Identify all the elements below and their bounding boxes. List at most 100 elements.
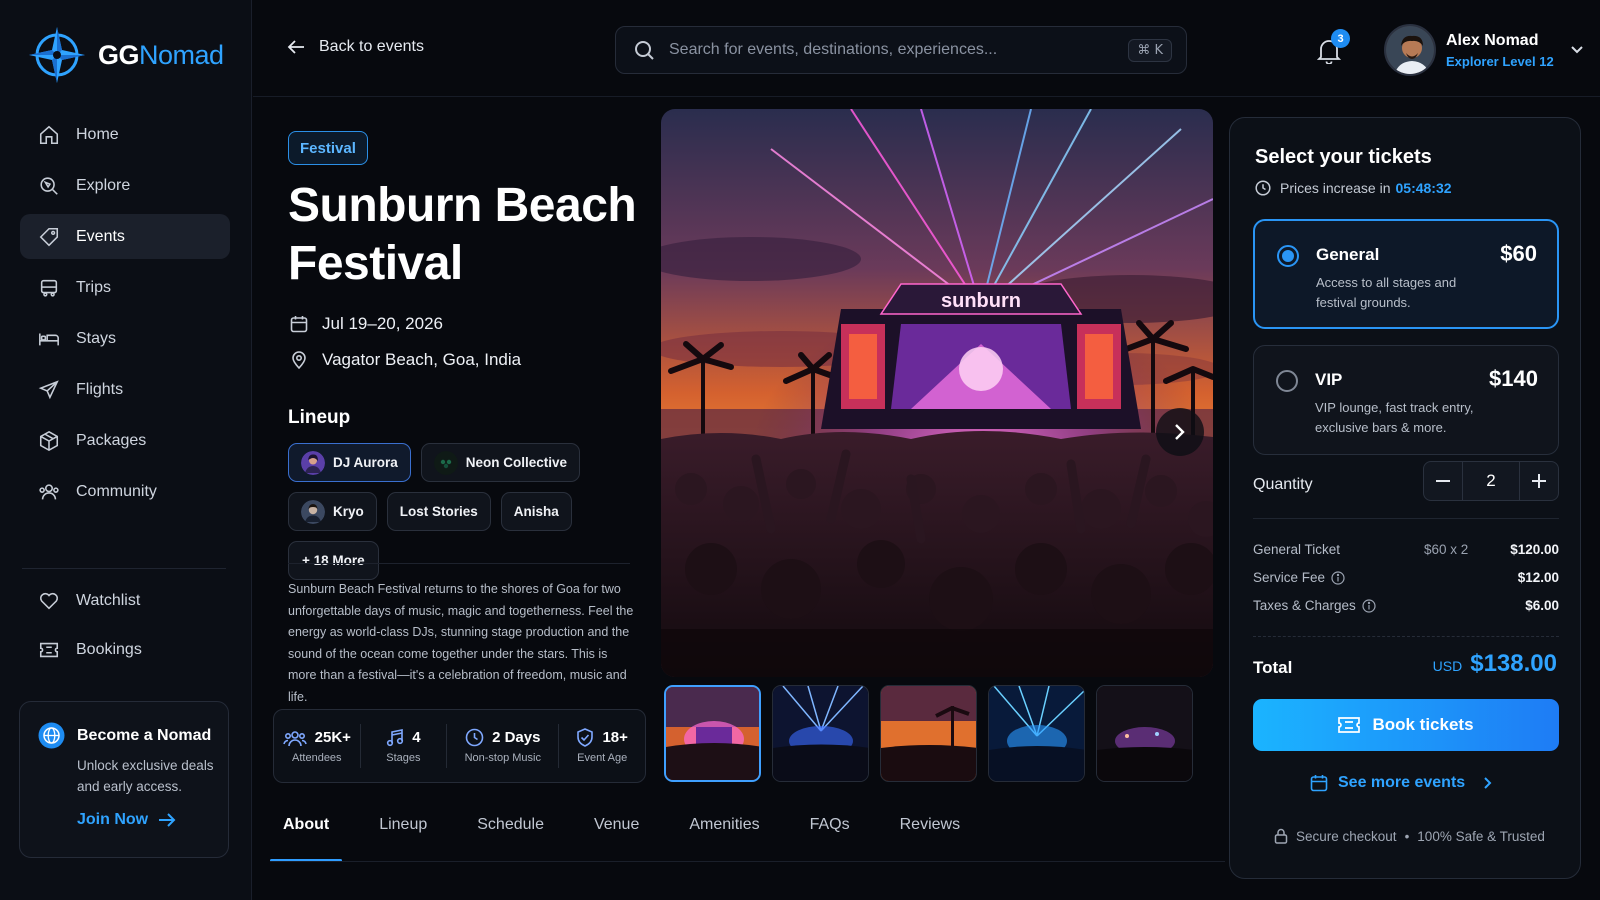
minus-icon [1436, 480, 1450, 482]
sidebar-item-trips[interactable]: Trips [20, 265, 230, 310]
price-line-label: Taxes & Charges [1253, 598, 1356, 613]
tag-icon [39, 227, 59, 246]
tab-schedule[interactable]: Schedule [464, 816, 557, 862]
sidebar-item-events[interactable]: Events [20, 214, 230, 259]
sidebar-item-home[interactable]: Home [20, 112, 230, 157]
ticket-name: VIP [1315, 370, 1343, 389]
divider [288, 563, 630, 564]
book-tickets-label: Book tickets [1372, 715, 1474, 734]
lineup-more-button[interactable]: + 18 More [288, 541, 379, 580]
stat-label: Stages [386, 751, 421, 764]
sidebar-item-label: Flights [76, 380, 124, 398]
secondary-nav: Watchlist Bookings [20, 578, 230, 676]
gallery-next-button[interactable] [1156, 408, 1204, 456]
radio-selected[interactable] [1277, 245, 1299, 267]
more-artists-label: + 18 More [302, 553, 365, 568]
nomad-promo-card: Become a Nomad Unlock exclusive deals an… [19, 701, 229, 858]
map-pin-icon [292, 351, 306, 369]
gallery-thumb[interactable] [1096, 685, 1193, 782]
calendar-icon [290, 316, 308, 333]
lineup-chip-dj-aurora[interactable]: DJ Aurora [288, 443, 411, 482]
event-location: Vagator Beach, Goa, India [290, 350, 521, 370]
artist-name: Anisha [513, 504, 559, 519]
main-nav: Home Explore Events Trips Stays Flights … [20, 112, 230, 520]
tab-venue[interactable]: Venue [581, 816, 652, 862]
quantity-increase-button[interactable] [1520, 462, 1558, 500]
bed-icon [39, 333, 59, 345]
sidebar-item-label: Community [76, 482, 157, 500]
clock-icon [1255, 180, 1271, 196]
gallery-thumbnails [664, 685, 1193, 782]
tab-lineup[interactable]: Lineup [366, 816, 440, 862]
trust-label: 100% Safe & Trusted [1417, 828, 1545, 844]
search-input[interactable] [669, 41, 1129, 59]
info-icon[interactable] [1331, 570, 1345, 585]
chevron-down-icon [1570, 46, 1583, 54]
info-icon[interactable] [1362, 598, 1376, 613]
artist-avatar [433, 450, 458, 475]
user-menu[interactable]: Alex Nomad Explorer Level 12 [1384, 24, 1584, 76]
gallery-thumb[interactable] [772, 685, 869, 782]
gallery-thumb[interactable] [880, 685, 977, 782]
bus-icon [40, 279, 58, 297]
chevron-right-icon [1484, 777, 1492, 789]
ticket-panel: Select your tickets Prices increase in 0… [1229, 117, 1581, 879]
ticket-panel-title: Select your tickets [1255, 146, 1432, 168]
stat-stages: 4 Stages [361, 724, 448, 768]
countdown-time: 05:48:32 [1395, 180, 1452, 196]
book-tickets-button[interactable]: Book tickets [1253, 699, 1559, 751]
sidebar-divider [22, 568, 226, 569]
price-line-amount: $120.00 [1510, 542, 1559, 557]
sidebar-item-label: Home [76, 125, 119, 143]
tabs-divider [270, 861, 1225, 862]
sidebar-item-bookings[interactable]: Bookings [20, 627, 230, 672]
ticket-icon [1338, 717, 1361, 733]
radio-unselected[interactable] [1276, 370, 1298, 392]
stat-age: 18+ Event Age [559, 724, 645, 768]
lineup-chip-lost-stories[interactable]: Lost Stories [386, 492, 491, 531]
tab-faqs[interactable]: FAQs [797, 816, 863, 862]
tab-reviews[interactable]: Reviews [887, 816, 973, 862]
logo[interactable]: GGNomad [28, 26, 224, 84]
lineup-chip-kryo[interactable]: Kryo [288, 492, 377, 531]
ticket-description: VIP lounge, fast track entry, exclusive … [1315, 400, 1474, 435]
sidebar-item-flights[interactable]: Flights [20, 367, 230, 412]
stage-sign-text: sunburn [941, 290, 1021, 312]
back-to-events-link[interactable]: Back to events [287, 38, 424, 56]
shield-check-icon [577, 728, 594, 747]
event-tabs: About Lineup Schedule Venue Amenities FA… [270, 816, 997, 862]
join-now-link[interactable]: Join Now [77, 811, 212, 829]
search-icon [40, 176, 58, 195]
price-line-amount: $6.00 [1525, 598, 1559, 613]
gallery-thumb[interactable] [664, 685, 761, 782]
gallery-thumb[interactable] [988, 685, 1085, 782]
sidebar-item-label: Explore [76, 176, 131, 194]
stat-value: 4 [412, 729, 421, 746]
sidebar-item-explore[interactable]: Explore [20, 163, 230, 208]
tab-amenities[interactable]: Amenities [676, 816, 772, 862]
artist-name: Kryo [333, 504, 364, 519]
quantity-decrease-button[interactable] [1424, 462, 1462, 500]
tab-about[interactable]: About [270, 816, 343, 862]
sidebar-item-label: Trips [76, 278, 111, 296]
ticket-option-general[interactable]: General $60 Access to all stages and fes… [1253, 219, 1559, 329]
sidebar: GGNomad Home Explore Events Trips Stays … [0, 0, 252, 900]
category-badge: Festival [288, 131, 368, 165]
sidebar-item-stays[interactable]: Stays [20, 316, 230, 361]
ticket-option-vip[interactable]: VIP $140 VIP lounge, fast track entry, e… [1253, 345, 1559, 455]
stat-attendees: 25K+ Attendees [274, 724, 361, 768]
notifications-button[interactable]: 3 [1317, 29, 1350, 64]
sidebar-item-watchlist[interactable]: Watchlist [20, 578, 230, 623]
sidebar-item-community[interactable]: Community [20, 469, 230, 514]
see-more-events-link[interactable]: See more events [1310, 774, 1492, 792]
event-date: Jul 19–20, 2026 [290, 314, 443, 334]
lineup-chip-anisha[interactable]: Anisha [500, 492, 572, 531]
stat-label: Attendees [292, 751, 342, 764]
artist-avatar [301, 450, 325, 475]
sidebar-item-packages[interactable]: Packages [20, 418, 230, 463]
lineup-chip-neon-collective[interactable]: Neon Collective [420, 443, 581, 482]
user-level: Explorer Level 12 [1446, 53, 1554, 69]
quantity-value[interactable]: 2 [1462, 462, 1520, 500]
search-shortcut-hint: ⌘ K [1128, 38, 1172, 62]
sidebar-item-label: Events [76, 227, 125, 245]
